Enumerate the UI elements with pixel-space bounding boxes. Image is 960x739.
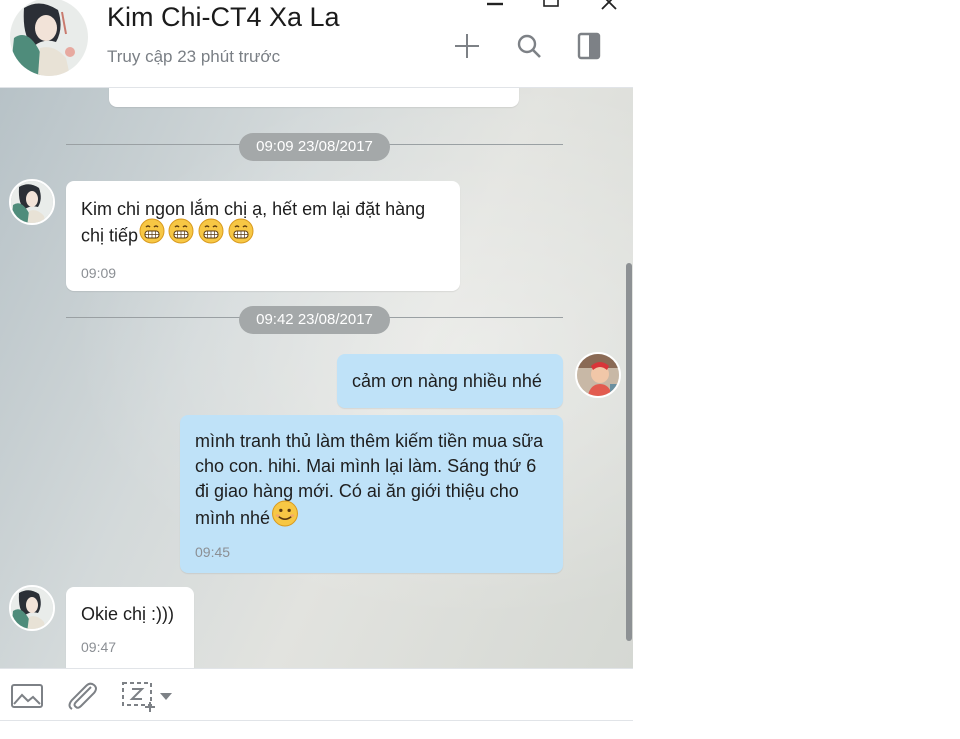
grin-emoji	[196, 218, 226, 251]
contact-status: Truy cập 23 phút trước	[107, 47, 281, 66]
maximize-icon	[543, 0, 559, 7]
composer	[0, 668, 633, 739]
chat-scrollbar[interactable]	[626, 263, 632, 641]
contact-message-avatar[interactable]	[9, 179, 55, 225]
send-image-button[interactable]	[9, 679, 45, 713]
contact-message-avatar[interactable]	[9, 585, 55, 631]
message-text: cảm ơn nàng nhiều nhé	[352, 371, 542, 391]
outgoing-message[interactable]: cảm ơn nàng nhiều nhé	[337, 354, 563, 408]
smile-emoji	[270, 500, 300, 534]
dropdown-caret-icon	[160, 693, 172, 700]
date-separator: 09:42 23/08/2017	[239, 306, 390, 334]
message-time: 09:09	[81, 265, 117, 281]
sidebar-toggle-icon	[577, 32, 601, 60]
message-bubble-partial	[109, 88, 519, 107]
grin-emoji	[138, 218, 166, 251]
add-icon	[455, 34, 479, 58]
chat-window: Kim Chi-CT4 Xa La Truy cập 23 phút trước…	[0, 0, 633, 739]
add-member-button[interactable]	[449, 28, 485, 64]
maximize-button[interactable]	[536, 0, 566, 12]
attachment-icon	[68, 682, 97, 710]
close-button[interactable]	[594, 0, 624, 12]
toggle-sidebar-button[interactable]	[571, 28, 607, 64]
attach-file-button[interactable]	[64, 679, 100, 713]
message-time: 09:45	[195, 544, 231, 560]
message-text: mình tranh thủ làm thêm kiếm tiền mua sữ…	[195, 431, 549, 528]
date-separator: 09:09 23/08/2017	[239, 133, 390, 161]
contact-name[interactable]: Kim Chi-CT4 Xa La	[107, 2, 340, 33]
screenshot-icon	[122, 682, 155, 712]
screenshot-options-button[interactable]	[156, 679, 176, 713]
image-icon	[11, 684, 43, 708]
search-icon	[517, 34, 541, 58]
message-time: 09:47	[81, 639, 117, 655]
screenshot-button[interactable]	[120, 679, 156, 713]
message-input[interactable]	[10, 725, 610, 739]
minimize-icon	[487, 2, 503, 6]
composer-divider	[0, 720, 633, 721]
incoming-message[interactable]: Kim chi ngon lắm chị ạ, hết em lại đặt h…	[66, 181, 460, 291]
message-list[interactable]: 09:09 23/08/2017 Kim chi ngon lắm chị ạ,…	[0, 88, 633, 668]
contact-avatar[interactable]	[10, 0, 88, 76]
outgoing-message[interactable]: mình tranh thủ làm thêm kiếm tiền mua sữ…	[180, 415, 563, 573]
search-button[interactable]	[511, 28, 547, 64]
minimize-button[interactable]	[480, 0, 510, 12]
grin-emoji	[226, 218, 256, 251]
chat-header: Kim Chi-CT4 Xa La Truy cập 23 phút trước	[0, 0, 633, 88]
grin-emoji	[166, 218, 196, 251]
close-icon	[601, 0, 617, 10]
incoming-message[interactable]: Okie chị :))) 09:47	[66, 587, 194, 668]
own-avatar[interactable]	[575, 352, 621, 398]
message-text: Okie chị :)))	[81, 604, 175, 624]
